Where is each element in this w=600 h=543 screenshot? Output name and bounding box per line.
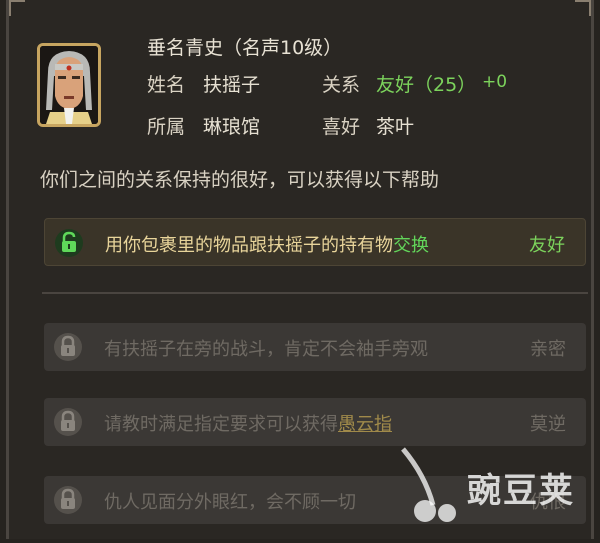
relation-intro: 你们之间的关系保持的很好，可以获得以下帮助 — [40, 169, 440, 191]
perk-row-exchange[interactable]: 用你包裹里的物品跟扶摇子的持有物交换 友好 — [44, 218, 586, 266]
perk-text: 请教时满足指定要求可以获得愚云指 — [104, 414, 392, 435]
perk-row-battle-help[interactable]: 有扶摇子在旁的战斗，肯定不会袖手旁观 亲密 — [44, 323, 586, 371]
relation-delta: +0 — [482, 72, 508, 92]
faction-label: 所属 — [147, 116, 186, 138]
perk-text: 仇人见面分外眼红，会不顾一切 — [104, 492, 356, 513]
name-label: 姓名 — [147, 74, 186, 96]
npc-title: 垂名青史（名声10级） — [147, 37, 343, 59]
pea-logo-icon — [401, 447, 456, 522]
lock-icon — [54, 408, 82, 436]
perk-text: 有扶摇子在旁的战斗，肯定不会袖手旁观 — [104, 339, 428, 360]
frame-corner — [9, 0, 25, 16]
npc-portrait — [37, 43, 101, 127]
perk-level: 莫逆 — [530, 414, 566, 435]
faction-value: 琳琅馆 — [203, 116, 261, 138]
hobby-label: 喜好 — [322, 116, 361, 138]
watermark-text: 豌豆荚 — [467, 471, 575, 511]
name-value: 扶摇子 — [203, 74, 261, 96]
perk-row-skill[interactable]: 请教时满足指定要求可以获得愚云指 莫逆 — [44, 398, 586, 446]
lock-icon — [54, 486, 82, 514]
relation-label: 关系 — [322, 74, 361, 96]
unlock-icon — [55, 229, 83, 257]
hobby-value: 茶叶 — [376, 116, 415, 138]
watermark: 豌豆荚 — [395, 445, 600, 539]
lock-icon — [54, 333, 82, 361]
relation-value: 友好（25） — [376, 74, 477, 96]
frame-corner — [575, 0, 591, 16]
perk-level: 亲密 — [530, 339, 566, 360]
skill-link[interactable]: 愚云指 — [338, 414, 392, 435]
perk-text: 用你包裹里的物品跟扶摇子的持有物交换 — [105, 235, 429, 256]
divider — [42, 292, 588, 294]
perk-level: 友好 — [529, 235, 565, 256]
exchange-link[interactable]: 交换 — [393, 235, 429, 256]
